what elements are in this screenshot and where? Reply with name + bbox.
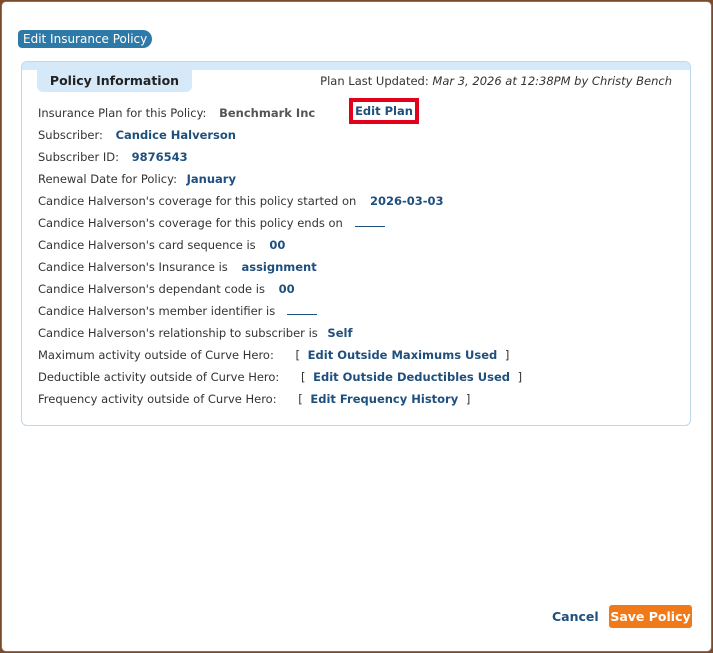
close-bracket: ]	[517, 370, 523, 384]
relationship-value[interactable]: Self	[327, 326, 352, 340]
card-sequence-row: Candice Halverson's card sequence is 00	[38, 237, 285, 253]
dependant-code-label: Candice Halverson's dependant code is	[38, 282, 265, 296]
card-sequence-value[interactable]: 00	[269, 238, 285, 252]
frequency-label: Frequency activity outside of Curve Hero…	[38, 392, 277, 406]
coverage-start-label: Candice Halverson's coverage for this po…	[38, 194, 357, 208]
coverage-end-blank[interactable]	[354, 220, 385, 227]
edit-plan-button[interactable]: Edit Plan	[349, 98, 419, 124]
dialog-title: Edit Insurance Policy	[18, 30, 153, 48]
edit-frequency-history-link[interactable]: Edit Frequency History	[310, 392, 458, 406]
member-identifier-row: Candice Halverson's member identifier is	[38, 303, 317, 319]
insurance-type-label: Candice Halverson's Insurance is	[38, 260, 228, 274]
close-bracket: ]	[465, 392, 471, 406]
outside-maximums-row: Maximum activity outside of Curve Hero: …	[38, 347, 513, 363]
relationship-label: Candice Halverson's relationship to subs…	[38, 326, 318, 340]
coverage-end-label: Candice Halverson's coverage for this po…	[38, 216, 343, 230]
member-identifier-label: Candice Halverson's member identifier is	[38, 304, 276, 318]
policy-information-panel: Policy Information Plan Last Updated: Ma…	[21, 61, 691, 426]
member-identifier-blank[interactable]	[286, 308, 317, 315]
panel-tab-label: Policy Information	[37, 70, 192, 92]
plan-last-updated: Plan Last Updated: Mar 3, 2026 at 12:38P…	[320, 74, 672, 88]
outside-maximums-label: Maximum activity outside of Curve Hero:	[38, 348, 274, 362]
relationship-row: Candice Halverson's relationship to subs…	[38, 325, 352, 341]
close-bracket: ]	[504, 348, 510, 362]
insurance-type-value[interactable]: assignment	[241, 260, 316, 274]
insurance-type-row: Candice Halverson's Insurance is assignm…	[38, 259, 317, 275]
coverage-start-row: Candice Halverson's coverage for this po…	[38, 193, 444, 209]
outside-deductibles-label: Deductible activity outside of Curve Her…	[38, 370, 280, 384]
open-bracket: [	[298, 392, 303, 406]
open-bracket: [	[295, 348, 301, 362]
edit-outside-maximums-link[interactable]: Edit Outside Maximums Used	[308, 348, 498, 362]
card-sequence-label: Candice Halverson's card sequence is	[38, 238, 256, 252]
subscriber-label: Subscriber:	[38, 128, 103, 142]
updated-label: Plan Last Updated:	[320, 74, 429, 88]
subscriber-id-label: Subscriber ID:	[38, 150, 120, 164]
renewal-row: Renewal Date for Policy: January	[38, 171, 236, 187]
insurance-plan-label: Insurance Plan for this Policy:	[38, 106, 207, 120]
subscriber-id-value[interactable]: 9876543	[132, 150, 188, 164]
edit-policy-dialog: Edit Insurance Policy Policy Information…	[1, 1, 712, 652]
dependant-code-value[interactable]: 00	[279, 282, 295, 296]
updated-value: Mar 3, 2026 at 12:38PM by Christy Bench	[432, 74, 672, 88]
renewal-label: Renewal Date for Policy:	[38, 172, 177, 186]
coverage-start-value[interactable]: 2026-03-03	[370, 194, 444, 208]
open-bracket: [	[300, 370, 306, 384]
cancel-button[interactable]: Cancel	[552, 609, 599, 624]
insurance-plan-value: Benchmark Inc	[219, 106, 316, 120]
subscriber-id-row: Subscriber ID: 9876543	[38, 149, 188, 165]
insurance-plan-row: Insurance Plan for this Policy: Benchmar…	[38, 105, 315, 121]
subscriber-link[interactable]: Candice Halverson	[116, 128, 236, 142]
subscriber-row: Subscriber: Candice Halverson	[38, 127, 236, 143]
edit-outside-deductibles-link[interactable]: Edit Outside Deductibles Used	[313, 370, 510, 384]
renewal-value[interactable]: January	[187, 172, 236, 186]
frequency-row: Frequency activity outside of Curve Hero…	[38, 391, 474, 407]
dependant-code-row: Candice Halverson's dependant code is 00	[38, 281, 295, 297]
outside-deductibles-row: Deductible activity outside of Curve Her…	[38, 369, 526, 385]
save-policy-button[interactable]: Save Policy	[609, 605, 692, 628]
coverage-end-row: Candice Halverson's coverage for this po…	[38, 215, 385, 231]
panel-header-bar	[22, 62, 690, 70]
